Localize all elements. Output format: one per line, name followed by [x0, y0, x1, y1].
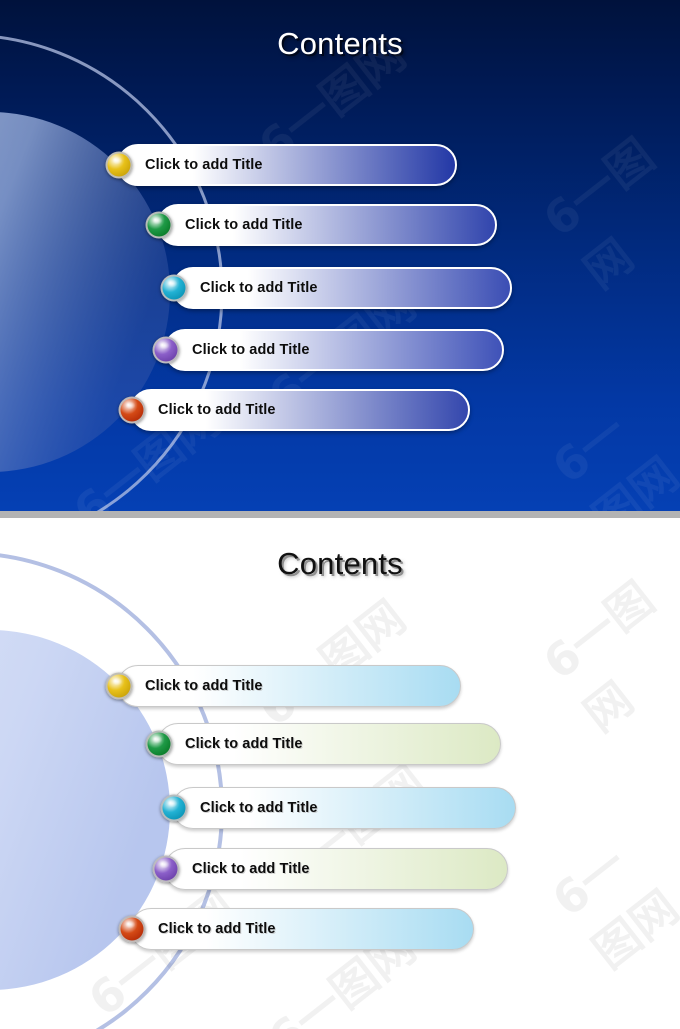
- content-bar-label: Click to add Title: [200, 280, 318, 296]
- bullet-yellow-icon: [105, 151, 133, 179]
- content-bar-label: Click to add Title: [158, 921, 276, 937]
- content-bar-label: Click to add Title: [192, 342, 310, 358]
- content-bar-label: Click to add Title: [200, 800, 318, 816]
- content-row[interactable]: Click to add Title: [160, 787, 516, 829]
- content-bar-label: Click to add Title: [145, 678, 263, 694]
- content-bar-label: Click to add Title: [158, 402, 276, 418]
- content-row[interactable]: Click to add Title: [105, 144, 457, 186]
- content-bar-label: Click to add Title: [185, 217, 303, 233]
- content-row[interactable]: Click to add Title: [118, 389, 470, 431]
- content-rows-light: Click to add Title Click to add Title Clic…: [0, 518, 680, 1029]
- slide-light: Contents 6一图网 6一图网 6一图网 6一图网 6一图网 6一图网 C…: [0, 518, 680, 1029]
- bullet-green-icon: [145, 730, 173, 758]
- content-bar-label: Click to add Title: [145, 157, 263, 173]
- template-preview-page: Contents 6一图网 6一图网 6一图网 6一图网 6一图网 Click …: [0, 0, 680, 1029]
- slide-dark: Contents 6一图网 6一图网 6一图网 6一图网 6一图网 Click …: [0, 0, 680, 511]
- content-bar-label: Click to add Title: [192, 861, 310, 877]
- slide-divider: [0, 511, 680, 518]
- bullet-yellow-icon: [105, 672, 133, 700]
- bullet-purple-icon: [152, 855, 180, 883]
- bullet-orange-icon: [118, 915, 146, 943]
- content-bar-label: Click to add Title: [185, 736, 303, 752]
- bullet-green-icon: [145, 211, 173, 239]
- content-row[interactable]: Click to add Title: [160, 267, 512, 309]
- content-rows-dark: Click to add Title Click to add Title Clic…: [0, 0, 680, 511]
- content-row[interactable]: Click to add Title: [152, 848, 508, 890]
- content-row[interactable]: Click to add Title: [145, 204, 497, 246]
- content-row[interactable]: Click to add Title: [118, 908, 474, 950]
- content-row[interactable]: Click to add Title: [145, 723, 501, 765]
- content-row[interactable]: Click to add Title: [152, 329, 504, 371]
- bullet-orange-icon: [118, 396, 146, 424]
- bullet-cyan-icon: [160, 274, 188, 302]
- content-row[interactable]: Click to add Title: [105, 665, 461, 707]
- bullet-purple-icon: [152, 336, 180, 364]
- bullet-cyan-icon: [160, 794, 188, 822]
